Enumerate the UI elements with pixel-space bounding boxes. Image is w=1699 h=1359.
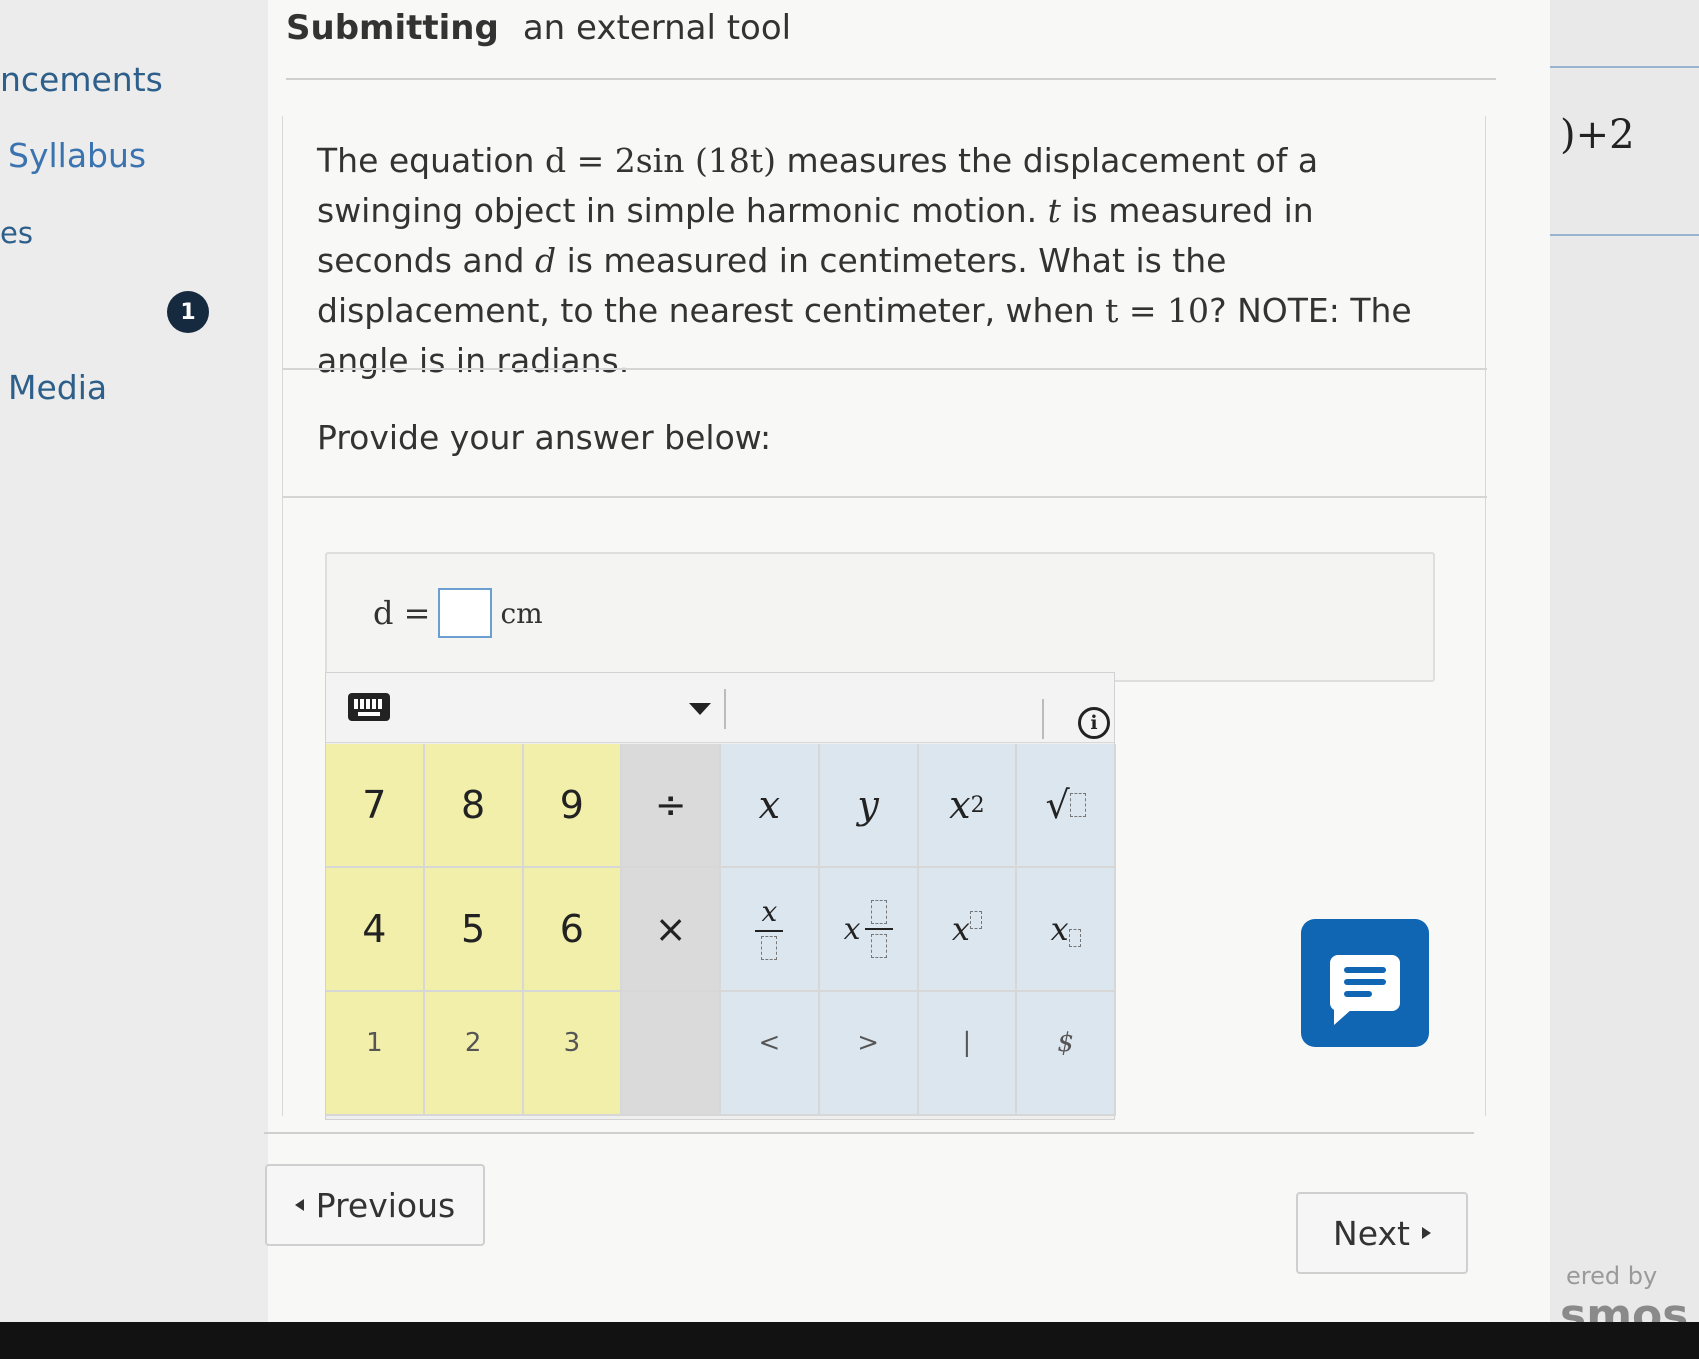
variable-d: d [534, 241, 557, 280]
keyboard-icon[interactable] [348, 693, 390, 721]
key-9[interactable]: 9 [523, 744, 623, 868]
desmos-panel: )+2 ered by smos [1550, 0, 1699, 1341]
next-label: Next [1333, 1213, 1410, 1253]
divider [1550, 66, 1699, 68]
key-3[interactable]: 3 [523, 992, 623, 1116]
nav-syllabus[interactable]: Syllabus [8, 136, 146, 175]
key-x-squared[interactable]: x2 [918, 744, 1018, 868]
equation-inline: t = 10 [1105, 291, 1210, 330]
nav-item-partial[interactable]: es [0, 216, 33, 250]
page-title-bold: Submitting [286, 8, 499, 48]
key-mixed-fraction[interactable]: x [819, 868, 919, 992]
course-nav: ncements Syllabus es 1 Media [0, 0, 280, 1320]
chevron-down-icon[interactable] [689, 703, 711, 715]
divider [1550, 234, 1699, 236]
divider [283, 368, 1487, 370]
divider [724, 689, 726, 729]
key-blank[interactable] [622, 992, 721, 1116]
previous-label: Previous [315, 1185, 456, 1225]
key-8[interactable]: 8 [424, 744, 524, 868]
info-icon[interactable]: i [1078, 707, 1110, 739]
divider [264, 1132, 1474, 1134]
key-4[interactable]: 4 [326, 868, 425, 992]
math-keypad: i ☝ 7 8 9 ÷ x y x2 √ 4 5 6 × x [325, 672, 1116, 1121]
key-1[interactable]: 1 [326, 992, 425, 1116]
key-2[interactable]: 2 [424, 992, 524, 1116]
key-6[interactable]: 6 [523, 868, 623, 992]
answer-input[interactable] [438, 588, 493, 638]
key-7[interactable]: 7 [326, 744, 425, 868]
desmos-expression[interactable]: )+2 [1560, 112, 1635, 158]
caret-right-icon [1421, 1227, 1431, 1239]
key-divide[interactable]: ÷ [622, 744, 721, 868]
answer-lhs: d = [373, 594, 431, 632]
keypad-keys: 7 8 9 ÷ x y x2 √ 4 5 6 × x x x x 1 2 3 <… [326, 744, 1116, 1121]
answer-field-container: d = cm [325, 552, 1435, 682]
divider [1042, 699, 1044, 739]
key-subscript[interactable]: x [1017, 868, 1116, 992]
nav-announcements[interactable]: ncements [0, 60, 163, 99]
answer-expression: d = cm [373, 588, 543, 638]
keypad-toolbar: i ☝ [326, 673, 1114, 780]
key-sqrt[interactable]: √ [1017, 744, 1116, 868]
chat-button[interactable] [1301, 919, 1429, 1047]
nav-media[interactable]: Media [8, 368, 107, 407]
question-text-part: The equation [317, 141, 545, 180]
question-text: The equation d = 2sin (18t) measures the… [317, 136, 1457, 386]
divider [283, 496, 1487, 498]
next-button[interactable]: Next [1296, 1192, 1468, 1274]
divider [286, 78, 1496, 80]
notification-badge: 1 [167, 291, 209, 333]
placeholder-icon [1069, 793, 1086, 817]
previous-button[interactable]: Previous [265, 1164, 485, 1246]
key-y[interactable]: y [819, 744, 919, 868]
key-dollar[interactable]: $ [1017, 992, 1116, 1116]
key-fraction[interactable]: x [721, 868, 820, 992]
assignment-panel: Submitting an external tool The equation … [264, 0, 1550, 1352]
answer-unit: cm [500, 596, 543, 630]
screen-bezel [0, 1322, 1699, 1359]
page-title: Submitting an external tool [286, 8, 791, 48]
key-exponent[interactable]: x [918, 868, 1018, 992]
key-abs[interactable]: | [918, 992, 1018, 1116]
key-less-than[interactable]: < [721, 992, 820, 1116]
equation-inline: d = 2sin (18t) [544, 141, 776, 180]
key-5[interactable]: 5 [424, 868, 524, 992]
powered-by-label: ered by [1566, 1262, 1658, 1290]
page-title-rest: an external tool [522, 8, 792, 48]
key-multiply[interactable]: × [622, 868, 721, 992]
superscript-2: 2 [970, 792, 985, 818]
key-greater-than[interactable]: > [819, 992, 919, 1116]
chat-icon [1330, 955, 1400, 1025]
caret-left-icon [294, 1199, 304, 1211]
provide-answer-label: Provide your answer below: [317, 418, 772, 457]
variable-t: t [1047, 191, 1061, 230]
key-x[interactable]: x [721, 744, 820, 868]
